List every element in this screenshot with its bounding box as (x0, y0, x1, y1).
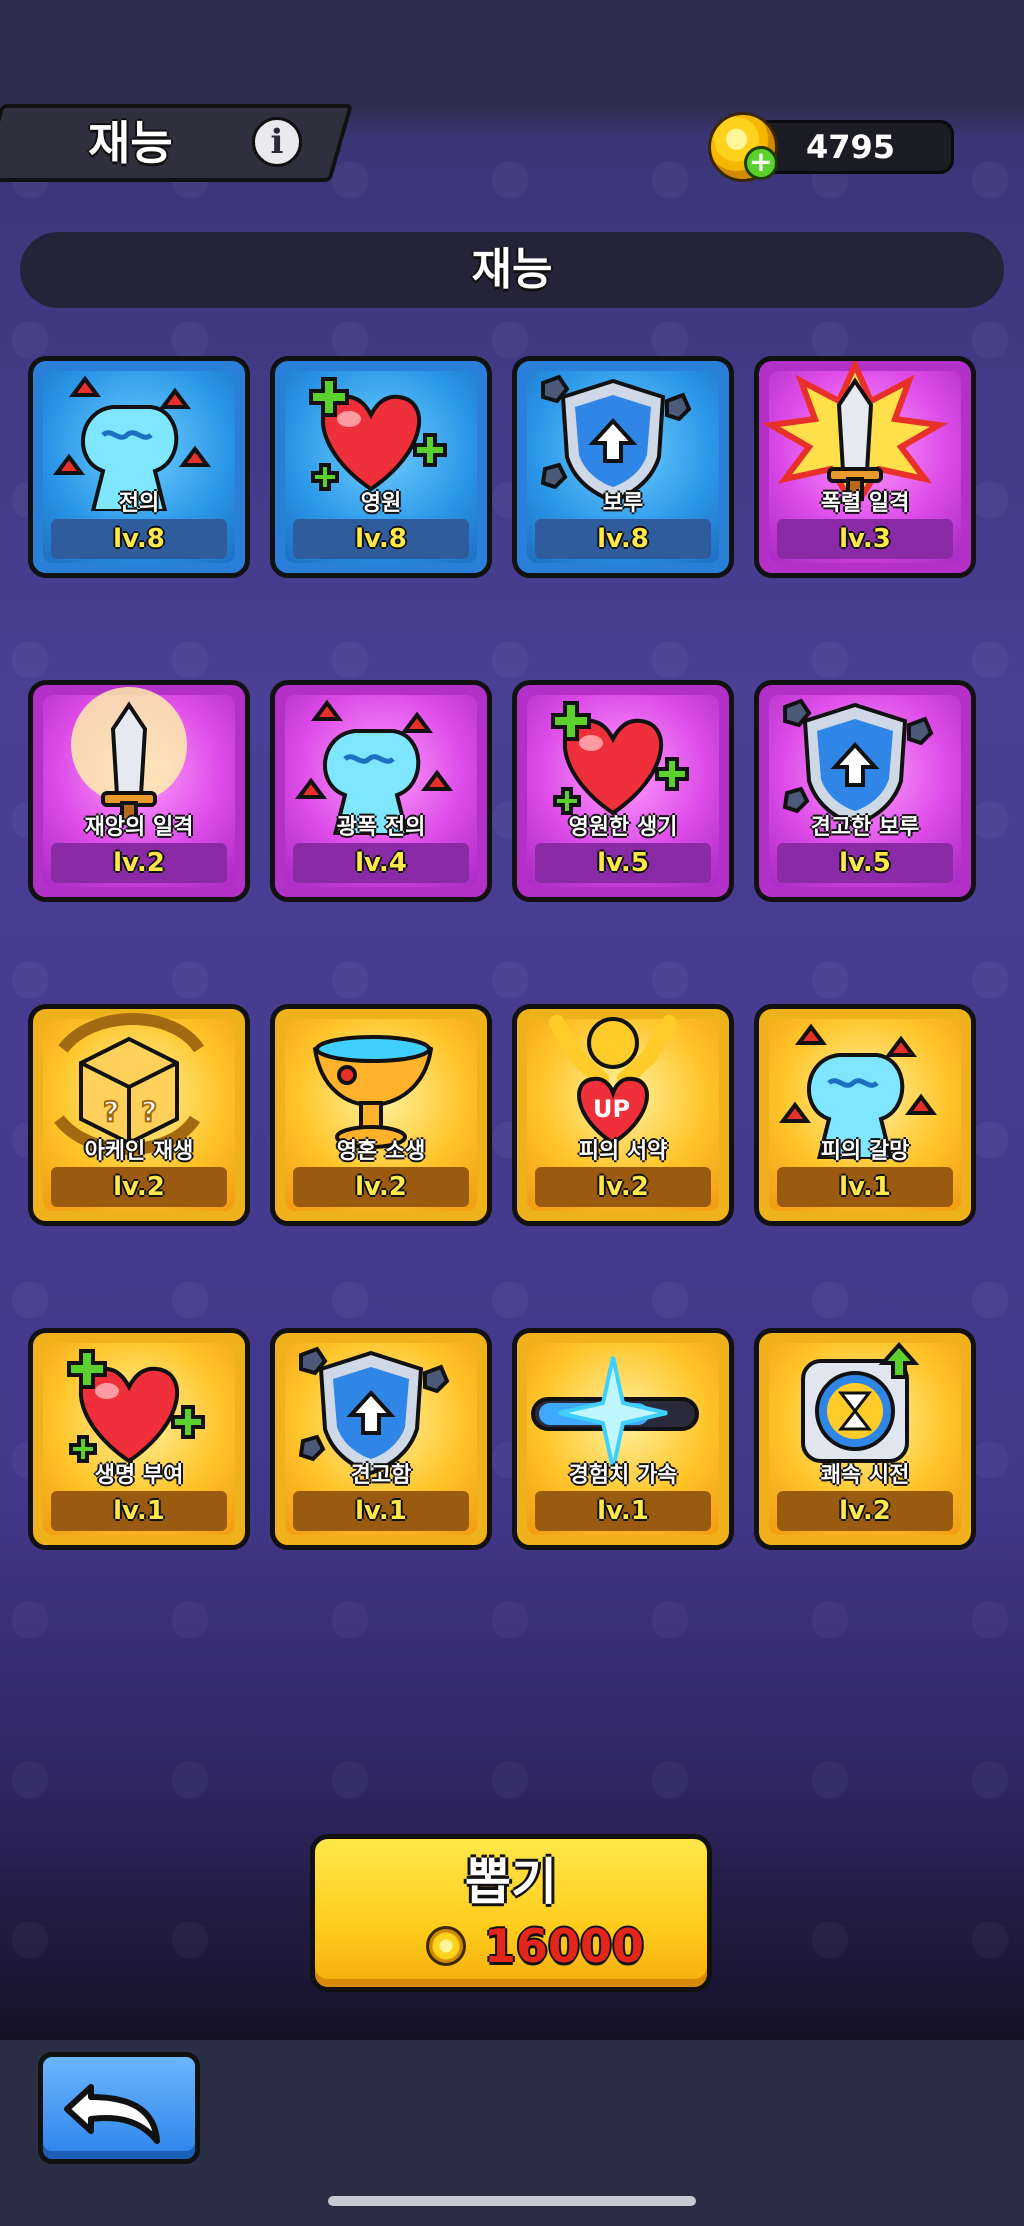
section-title: 재능 (471, 244, 553, 295)
talent-name: 재앙의 일격 (84, 815, 194, 840)
coin-icon (426, 1926, 466, 1966)
home-indicator (328, 2196, 696, 2206)
talent-level: lv.4 (293, 843, 469, 883)
back-arrow-icon (64, 2084, 160, 2144)
talent-level: lv.8 (51, 519, 227, 559)
svg-text:?: ? (103, 1095, 119, 1128)
talent-level: lv.2 (293, 1167, 469, 1207)
talent-card[interactable]: 폭렬 일격 lv.3 (754, 356, 976, 578)
talent-level: lv.8 (293, 519, 469, 559)
talent-level: lv.1 (777, 1167, 953, 1207)
talent-card[interactable]: 쾌속 시전 lv.2 (754, 1328, 976, 1550)
talent-name: 피의 갈망 (820, 1139, 910, 1164)
talent-level: lv.2 (777, 1491, 953, 1531)
talent-name: 보루 (602, 491, 644, 516)
talent-level: lv.1 (51, 1491, 227, 1531)
talent-name: 견고함 (350, 1463, 412, 1488)
talent-name: 영원 (360, 491, 402, 516)
draw-cost: 16000 (484, 1919, 645, 1973)
talent-card[interactable]: 재앙의 일격 lv.2 (28, 680, 250, 902)
talent-name: 생명 부여 (94, 1463, 184, 1488)
talent-name: 피의 서약 (578, 1139, 668, 1164)
talent-card[interactable]: 영원 lv.8 (270, 356, 492, 578)
talent-card[interactable]: ? ? 아케인 재생 lv.2 (28, 1004, 250, 1226)
talent-name: 광폭 전의 (336, 815, 426, 840)
talent-card[interactable]: 견고함 lv.1 (270, 1328, 492, 1550)
talent-card[interactable]: 피의 갈망 lv.1 (754, 1004, 976, 1226)
talent-card[interactable]: 경험치 가속 lv.1 (512, 1328, 734, 1550)
talent-level: lv.8 (535, 519, 711, 559)
info-icon[interactable]: i (252, 117, 302, 167)
talent-card[interactable]: 생명 부여 lv.1 (28, 1328, 250, 1550)
talent-name: 폭렬 일격 (820, 491, 910, 516)
talent-card[interactable]: 보루 lv.8 (512, 356, 734, 578)
talent-card[interactable]: 영혼 소생 lv.2 (270, 1004, 492, 1226)
talent-card[interactable]: 영원한 생기 lv.5 (512, 680, 734, 902)
coin-count: 4795 (806, 128, 896, 166)
page-title: 재능 (88, 116, 173, 170)
talent-card[interactable]: 광폭 전의 lv.4 (270, 680, 492, 902)
talent-name: 경험치 가속 (568, 1463, 678, 1488)
talent-level: lv.3 (777, 519, 953, 559)
talent-level: lv.5 (535, 843, 711, 883)
talent-level: lv.2 (51, 1167, 227, 1207)
svg-text:UP: UP (593, 1095, 630, 1123)
talent-name: 영혼 소생 (336, 1139, 426, 1164)
talent-name: 영원한 생기 (568, 815, 678, 840)
talent-name: 견고한 보루 (810, 815, 920, 840)
talent-level: lv.2 (51, 843, 227, 883)
add-coins-button[interactable]: + (744, 146, 778, 180)
svg-text:?: ? (141, 1095, 157, 1128)
talent-card[interactable]: 견고한 보루 lv.5 (754, 680, 976, 902)
talent-level: lv.1 (293, 1491, 469, 1531)
talent-name: 전의 (118, 491, 160, 516)
talent-card[interactable]: UP 피의 서약 lv.2 (512, 1004, 734, 1226)
talent-name: 쾌속 시전 (820, 1463, 910, 1488)
talent-card[interactable]: 전의 lv.8 (28, 356, 250, 578)
talent-level: lv.2 (535, 1167, 711, 1207)
back-button[interactable] (38, 2052, 200, 2164)
talent-level: lv.1 (535, 1491, 711, 1531)
talent-name: 아케인 재생 (84, 1139, 194, 1164)
talent-level: lv.5 (777, 843, 953, 883)
draw-button-label: 뽑기 (465, 1853, 557, 1911)
